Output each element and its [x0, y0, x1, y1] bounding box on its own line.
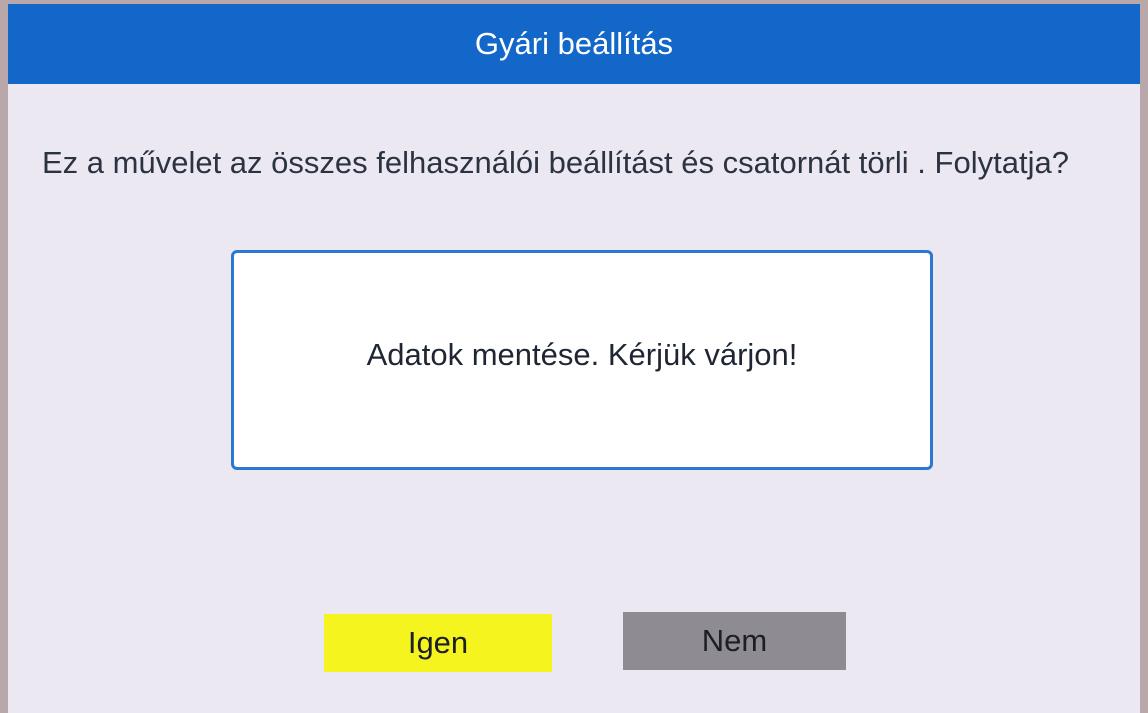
no-button[interactable]: Nem: [623, 612, 846, 670]
yes-button[interactable]: Igen: [324, 614, 552, 672]
dialog-title-bar: Gyári beállítás: [8, 4, 1140, 84]
status-popup: Adatok mentése. Kérjük várjon!: [231, 250, 933, 470]
confirmation-message: Ez a művelet az összes felhasználói beál…: [42, 145, 1069, 180]
dialog-title: Gyári beállítás: [474, 26, 674, 61]
status-message: Adatok mentése. Kérjük várjon!: [366, 337, 798, 372]
factory-reset-dialog: Gyári beállítás Ez a művelet az összes f…: [8, 4, 1140, 713]
